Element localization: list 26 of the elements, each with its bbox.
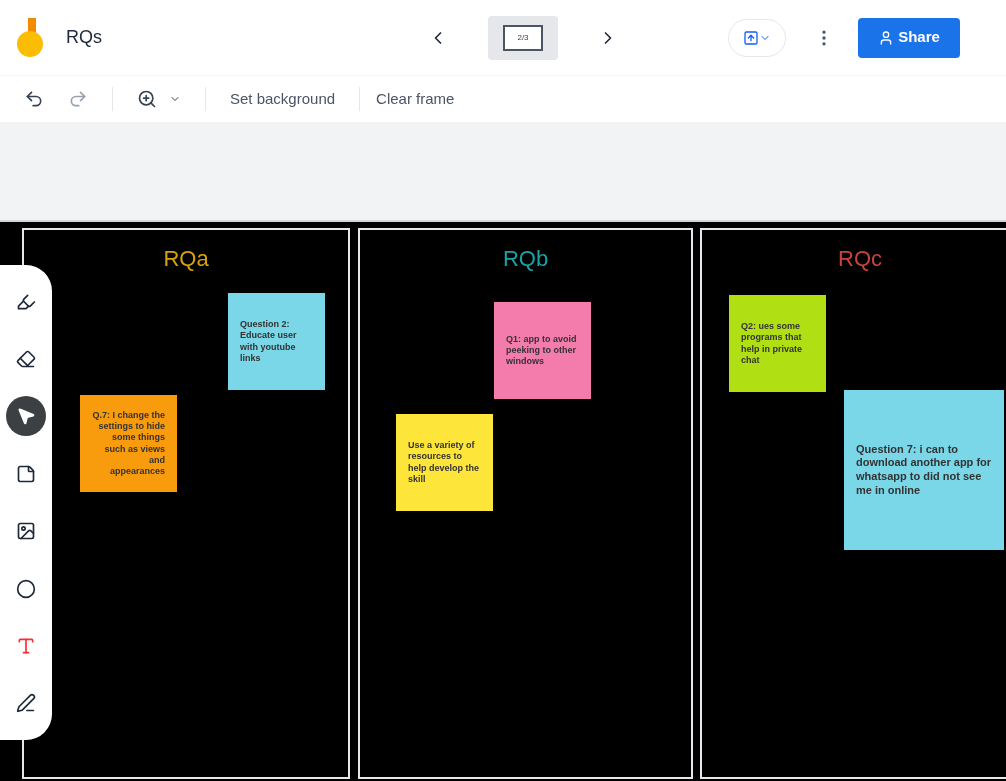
document-title: RQs	[66, 26, 102, 49]
image-icon	[16, 521, 36, 542]
tool-button[interactable]	[6, 396, 46, 437]
circle-icon	[16, 578, 36, 599]
sticky-note[interactable]: Question 7: i can to download another app for whatsapp to did not see me in online	[844, 390, 1004, 550]
sticky-note-icon	[16, 463, 36, 484]
sticky-note[interactable]: Q1: app to avoid peeking to other windows	[494, 302, 591, 399]
frame-switcher[interactable]: 2/3	[488, 15, 558, 60]
frame-title: RQc	[838, 245, 882, 273]
sticky-note[interactable]: Q.7: I change the settings to hide some things such as views and appearances	[80, 395, 177, 492]
set-background-button[interactable]: Set background	[230, 87, 336, 111]
present-icon	[743, 29, 759, 46]
marker-icon	[16, 291, 36, 312]
pointer-icon	[16, 406, 36, 427]
frame-title: RQb	[502, 245, 549, 273]
clear-frame-button[interactable]: Clear frame	[376, 87, 455, 111]
sticky-note[interactable]: Question 2: Educate user with youtube links	[228, 293, 325, 390]
zoom-icon[interactable]	[137, 89, 157, 109]
share-button[interactable]: Share	[858, 17, 960, 58]
redo-icon[interactable]	[68, 89, 88, 109]
sticky-note[interactable]: Use a variety of resources to help develop the skill	[396, 414, 493, 511]
app-logo	[16, 17, 46, 58]
frame-title: RQa	[163, 245, 209, 273]
eraser-icon	[16, 349, 36, 370]
undo-icon[interactable]	[24, 89, 44, 109]
sticky-note[interactable]: Q2: ues some programs that help in private chat	[729, 295, 826, 392]
